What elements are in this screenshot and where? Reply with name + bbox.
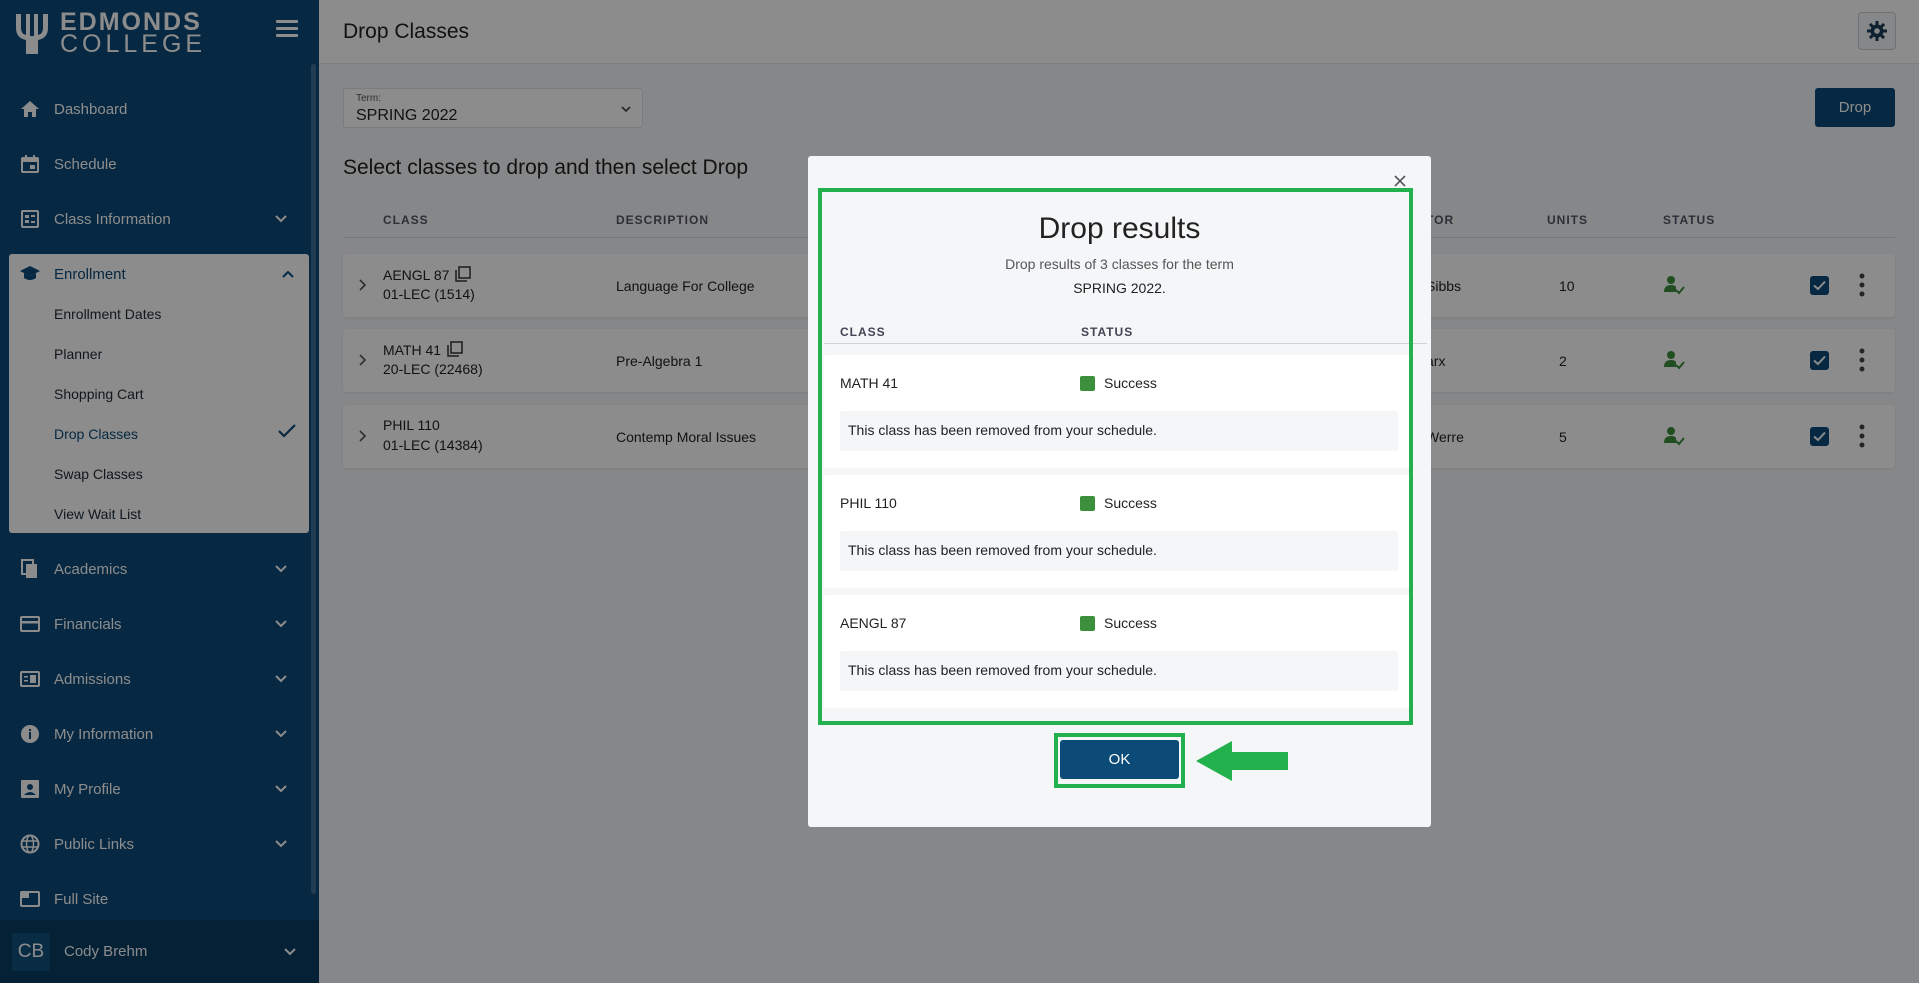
arrow-left-icon [1196,741,1288,781]
close-icon[interactable] [1393,174,1407,188]
results-highlight-box [818,188,1413,725]
ok-button[interactable]: OK [1060,740,1179,779]
